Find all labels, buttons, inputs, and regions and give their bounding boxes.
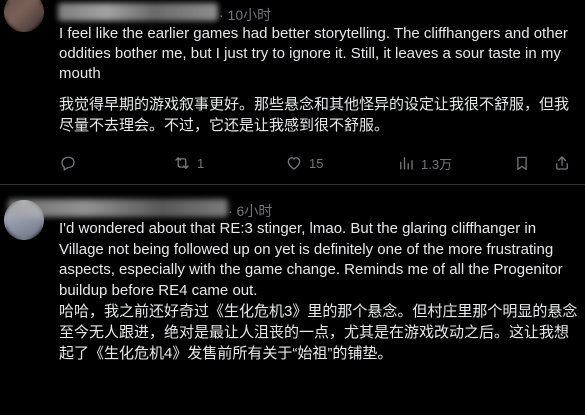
action-bar: 1 15 1.3万 (59, 152, 579, 174)
bookmark-button[interactable] (513, 152, 531, 174)
retweet-count: 1 (197, 155, 205, 171)
like-count: 15 (309, 155, 324, 171)
bookmark-icon (517, 156, 527, 171)
like-button[interactable]: 15 (285, 152, 323, 174)
avatar[interactable] (4, 0, 44, 32)
share-button[interactable] (553, 152, 571, 174)
username-blurred[interactable] (8, 199, 228, 217)
post[interactable]: · 6小时 I'd wondered about that RE:3 sting… (0, 185, 585, 415)
username-blurred[interactable] (58, 3, 218, 21)
heart-icon (287, 157, 301, 170)
post-text-english: I'd wondered about that RE:3 stinger, lm… (59, 220, 563, 299)
reply-icon (61, 156, 75, 171)
post-text-translation: 我觉得早期的游戏叙事更好。那些悬念和其他怪异的设定让我很不舒服，但我尽量不去理会… (59, 96, 570, 134)
views-icon (400, 157, 413, 170)
retweet-icon (175, 157, 189, 169)
share-icon (556, 156, 568, 170)
post-text-english: I feel like the earlier games had better… (59, 25, 568, 82)
views-button[interactable]: 1.3万 (397, 152, 452, 174)
post-timestamp[interactable]: · 6小时 (228, 201, 272, 221)
retweet-button[interactable]: 1 (173, 152, 204, 174)
view-count: 1.3万 (421, 156, 453, 172)
post-timestamp[interactable]: · 10小时 (219, 5, 271, 25)
post[interactable]: · 10小时 I feel like the earlier games had… (0, 0, 585, 184)
post-text-translation: 哈哈，我之前还好奇过《生化危机3》里的那个悬念。但村庄里那个明显的悬念至今无人跟… (59, 303, 578, 362)
reply-button[interactable] (59, 152, 83, 174)
